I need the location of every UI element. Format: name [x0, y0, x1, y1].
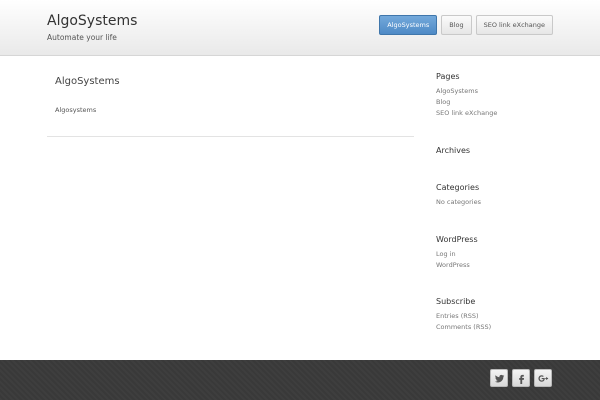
- pages-link-blog[interactable]: Blog: [436, 97, 552, 108]
- site-header: AlgoSystems Automate your life AlgoSyste…: [0, 0, 600, 56]
- widget-pages-title: Pages: [436, 72, 460, 81]
- nav-item-blog[interactable]: Blog: [441, 15, 472, 35]
- meta-link-log-in[interactable]: Log in: [436, 249, 552, 260]
- categories-empty-text: No categories: [436, 198, 481, 206]
- facebook-icon[interactable]: [512, 369, 530, 387]
- site-title[interactable]: AlgoSystems: [47, 13, 137, 29]
- meta-link-wordpress[interactable]: WordPress: [436, 260, 552, 271]
- google-plus-icon[interactable]: [534, 369, 552, 387]
- post-title[interactable]: AlgoSystems: [55, 76, 120, 87]
- pages-link-algosystems[interactable]: AlgoSystems: [436, 86, 552, 97]
- google-plus-icon-glyph: [537, 374, 548, 382]
- widget-subscribe: Subscribe Entries (RSS) Comments (RSS): [436, 297, 552, 333]
- twitter-icon[interactable]: [490, 369, 508, 387]
- nav-item-seo-link-exchange[interactable]: SEO link eXchange: [475, 15, 553, 35]
- site-tagline: Automate your life: [47, 33, 117, 42]
- post-body: Algosystems: [55, 106, 97, 114]
- nav-item-algosystems[interactable]: AlgoSystems: [379, 15, 438, 35]
- subscribe-link-entries-rss[interactable]: Entries (RSS): [436, 311, 552, 322]
- widget-pages: Pages AlgoSystems Blog SEO link eXchange: [436, 72, 552, 119]
- social-links: [490, 369, 552, 387]
- subscribe-link-comments-rss[interactable]: Comments (RSS): [436, 322, 552, 333]
- widget-archives-title: Archives: [436, 146, 471, 155]
- widget-subscribe-title: Subscribe: [436, 297, 476, 306]
- facebook-icon-glyph: [518, 374, 524, 384]
- widget-wordpress: WordPress Log in WordPress: [436, 235, 552, 271]
- widget-wordpress-title: WordPress: [436, 235, 478, 244]
- pages-link-seo-link-exchange[interactable]: SEO link eXchange: [436, 108, 552, 119]
- widget-categories: Categories No categories: [436, 183, 552, 208]
- post-divider: [47, 136, 414, 137]
- twitter-icon-glyph: [494, 374, 504, 382]
- main-nav: AlgoSystems Blog SEO link eXchange: [379, 15, 553, 35]
- widget-categories-title: Categories: [436, 183, 480, 192]
- widget-archives: Archives: [436, 146, 552, 160]
